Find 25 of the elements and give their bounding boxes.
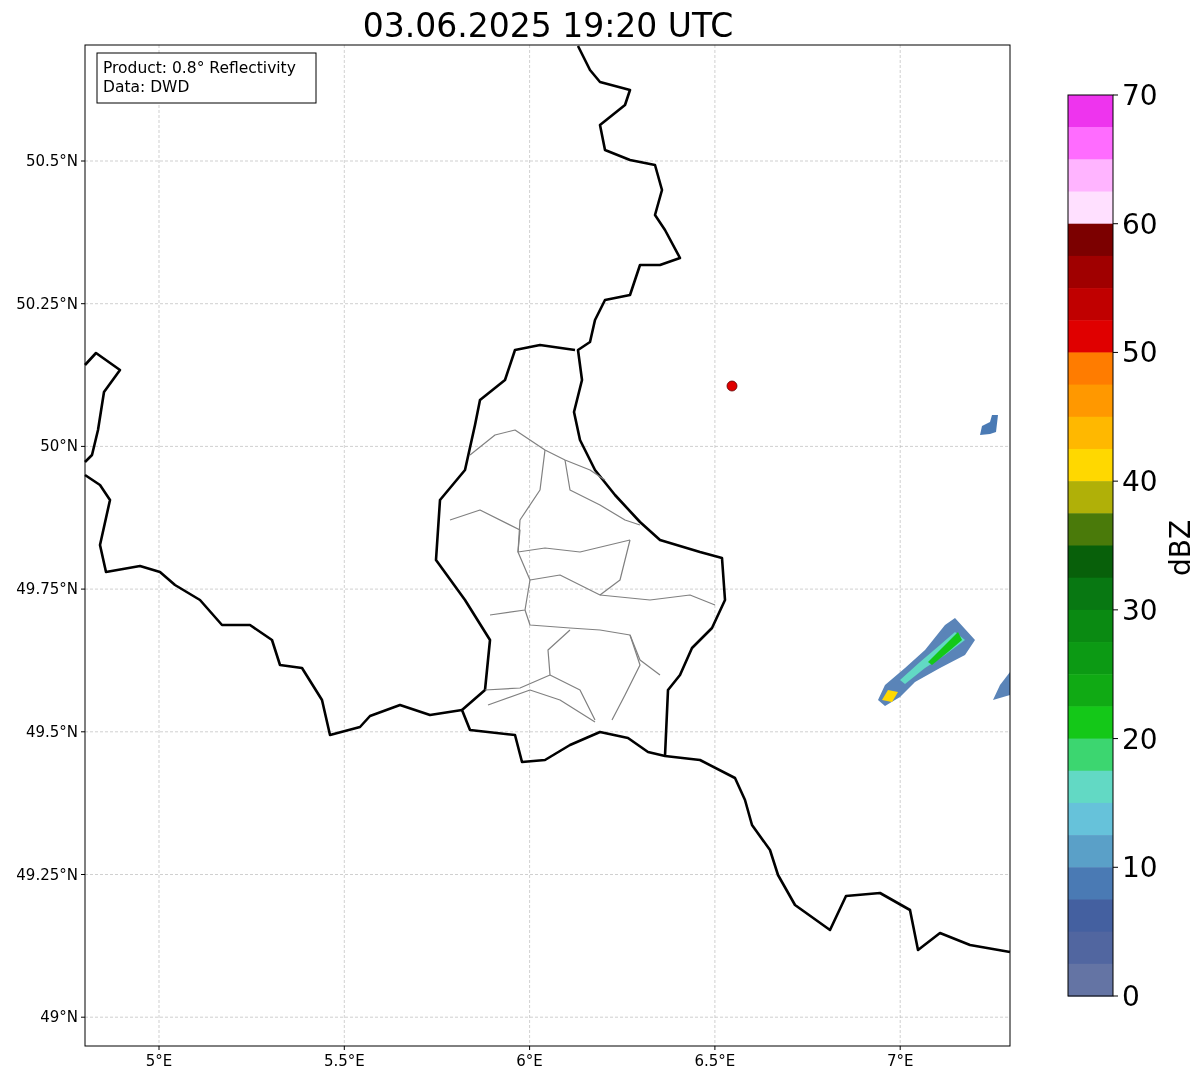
y-tick-label: 49.5°N	[25, 722, 78, 741]
colorbar-tick-label: 20	[1122, 722, 1158, 756]
y-tick-label: 49.75°N	[16, 580, 78, 599]
y-tick-label: 49°N	[40, 1008, 78, 1027]
x-tick-label: 5°E	[145, 1052, 173, 1070]
x-tick-label: 7°E	[886, 1052, 914, 1070]
colorbar-tick-label: 0	[1122, 980, 1140, 1013]
colorbar-tick-label: 10	[1122, 851, 1158, 885]
colorbar-tick-label: 50	[1122, 336, 1158, 370]
colorbar-label: dBZ	[1164, 519, 1197, 577]
y-tick-label: 50.5°N	[25, 152, 78, 170]
info-text: Data: DWD	[103, 78, 190, 96]
x-tick-label: 6°E	[516, 1052, 543, 1070]
info-text: Product: 0.8° Reflectivity	[103, 59, 296, 77]
y-tick-label: 50°N	[40, 437, 78, 456]
x-tick-label: 6.5°E	[694, 1052, 736, 1070]
colorbar-tick-label: 60	[1122, 207, 1158, 241]
colorbar-tick-label: 40	[1122, 465, 1158, 499]
y-tick-label: 50.25°N	[16, 294, 78, 313]
chart-title: 03.06.2025 19:20 UTC	[362, 6, 734, 45]
x-tick-label: 5.5°E	[323, 1052, 365, 1070]
y-tick-label: 49.25°N	[16, 865, 78, 884]
colorbar-tick-label: 70	[1122, 79, 1158, 112]
radar-site-marker	[726, 380, 738, 392]
colorbar-tick-label: 30	[1122, 593, 1158, 627]
